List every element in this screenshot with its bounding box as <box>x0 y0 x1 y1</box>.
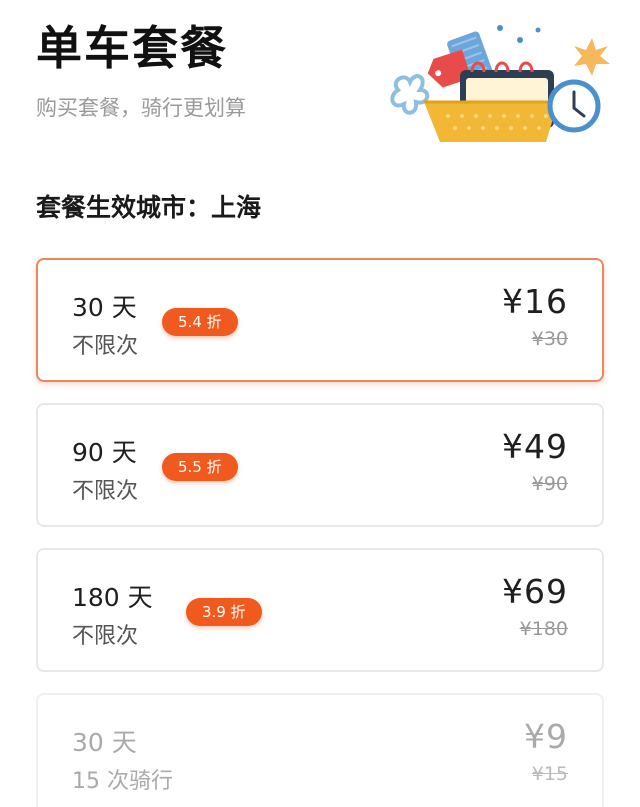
plan-original-price: ¥180 <box>519 618 568 640</box>
plan-usage: 15 次骑行 <box>72 769 173 794</box>
plan-price: ¥49 <box>502 427 568 466</box>
plan-duration: 30 天 <box>72 728 137 757</box>
plan-card-90-days-unlimited[interactable]: 90 天 不限次 5.5 折 ¥49 ¥90 <box>36 403 604 527</box>
discount-badge: 5.4 折 <box>162 308 238 336</box>
plan-original-price: ¥15 <box>531 763 568 785</box>
header-illustration-icon <box>390 25 610 142</box>
plan-price: ¥69 <box>502 572 568 611</box>
plan-usage: 不限次 <box>72 624 139 649</box>
plan-city-label: 套餐生效城市：上海 <box>36 193 262 222</box>
bike-plan-page: 单车套餐 购买套餐，骑行更划算 套餐生效城市：上海 30 天 不限次 5.4 折… <box>0 0 640 807</box>
plan-usage: 不限次 <box>72 334 139 359</box>
page-title: 单车套餐 <box>36 21 228 75</box>
plan-duration: 30 天 <box>72 293 137 322</box>
plan-card-30-days-unlimited[interactable]: 30 天 不限次 5.4 折 ¥16 ¥30 <box>36 258 604 382</box>
plan-original-price: ¥90 <box>531 473 568 495</box>
plan-duration: 180 天 <box>72 583 153 612</box>
plan-card-180-days-unlimited[interactable]: 180 天 不限次 3.9 折 ¥69 ¥180 <box>36 548 604 672</box>
discount-badge: 3.9 折 <box>186 598 262 626</box>
plan-card-30-days-15-rides[interactable]: 30 天 15 次骑行 ¥9 ¥15 <box>36 693 604 807</box>
page-subtitle: 购买套餐，骑行更划算 <box>36 96 246 120</box>
plan-price: ¥16 <box>502 282 568 321</box>
plan-duration: 90 天 <box>72 438 137 467</box>
plan-usage: 不限次 <box>72 479 139 504</box>
plan-original-price: ¥30 <box>531 328 568 350</box>
discount-badge: 5.5 折 <box>162 453 238 481</box>
plan-price: ¥9 <box>524 717 568 756</box>
